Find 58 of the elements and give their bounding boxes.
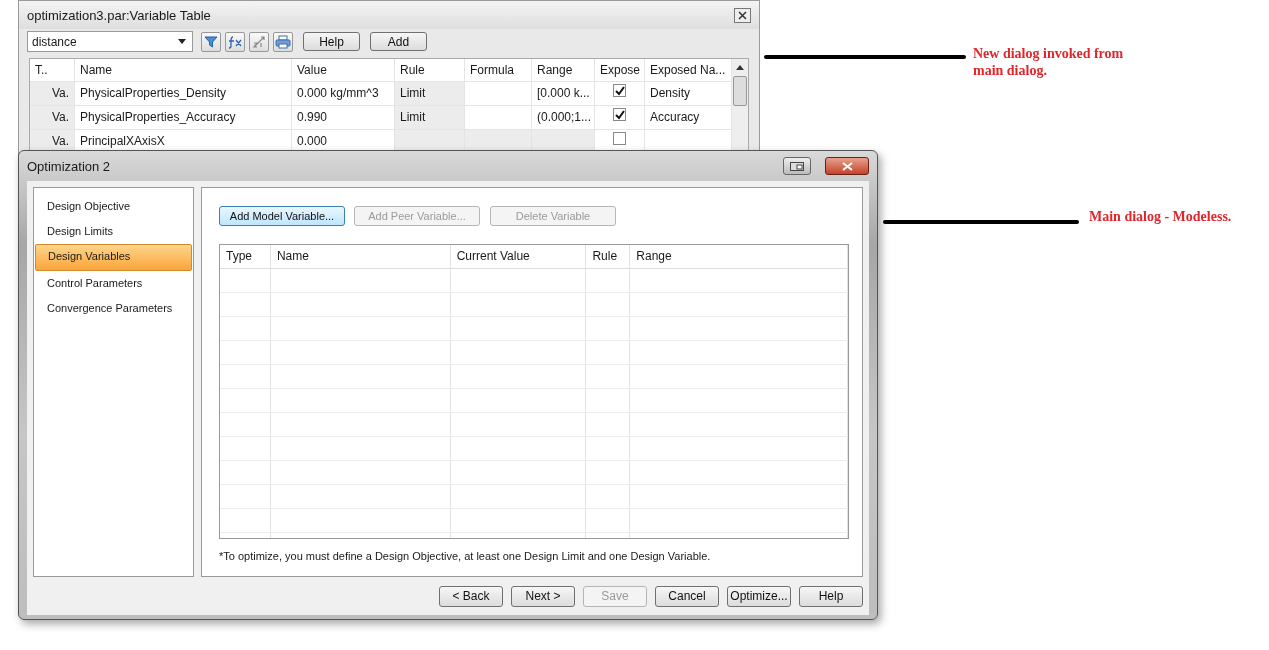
footer-button[interactable]: Optimize...: [727, 585, 791, 607]
note-text: *To optimize, you must define a Design Objective, at least one Design Limit and one Design Variable.: [219, 550, 712, 562]
window-title: Optimization 2: [27, 158, 112, 174]
filter-button[interactable]: [201, 31, 221, 52]
table-cell: PhysicalProperties_Accuracy: [75, 106, 292, 129]
checkbox[interactable]: [613, 84, 626, 97]
window-title: optimization3.par:Variable Table: [27, 7, 212, 23]
column-header[interactable]: Type: [220, 245, 271, 268]
footer-button[interactable]: < Back: [439, 585, 503, 607]
caret-icon: [178, 39, 186, 44]
close-icon: [738, 10, 747, 20]
print-button[interactable]: [273, 31, 293, 52]
function-icon: [227, 34, 243, 49]
table-cell: PhysicalProperties_Density: [75, 82, 292, 105]
action-button[interactable]: Add Model Variable...: [219, 206, 345, 226]
column-header[interactable]: Range: [532, 59, 595, 81]
annotation-text: Main dialog - Modeless.: [1089, 209, 1232, 225]
close-button[interactable]: [734, 7, 751, 23]
up-arrow-icon: [736, 65, 744, 70]
column-header[interactable]: Range: [630, 245, 848, 268]
formula-button[interactable]: [225, 31, 245, 52]
checkbox[interactable]: [613, 132, 626, 145]
close-button[interactable]: [825, 157, 869, 175]
filter-dropdown[interactable]: distance: [27, 31, 193, 52]
table-cell: Va.: [30, 82, 75, 105]
nav-item[interactable]: Design Variables: [35, 244, 192, 271]
table-cell: Va.: [30, 106, 75, 129]
table-cell: (0.000;1...: [532, 106, 595, 129]
sort-icon: [252, 34, 266, 49]
column-header[interactable]: Value: [292, 59, 395, 81]
close-icon: [841, 161, 853, 171]
annotation-text: New dialog invoked from main dialog.: [973, 45, 1125, 79]
column-header[interactable]: Current Value: [450, 245, 587, 268]
table-cell: Limit: [395, 106, 465, 129]
toolbar-button[interactable]: Help: [303, 32, 360, 51]
checkbox[interactable]: [613, 108, 626, 121]
funnel-icon: [204, 34, 218, 49]
toolbar-button[interactable]: Add: [370, 32, 427, 51]
column-header[interactable]: Rule: [395, 59, 465, 81]
column-header[interactable]: T..: [30, 59, 75, 81]
column-header[interactable]: Formula: [465, 59, 532, 81]
nav-item[interactable]: Convergence Parameters: [35, 296, 192, 321]
column-header[interactable]: Name: [270, 245, 451, 268]
window-icon: [790, 161, 804, 171]
sort-button[interactable]: [249, 31, 269, 52]
printer-icon: [275, 34, 291, 49]
footer-button[interactable]: Help: [799, 585, 863, 607]
column-header[interactable]: Rule: [586, 245, 631, 268]
restore-button[interactable]: [783, 157, 811, 175]
nav-item[interactable]: Design Objective: [35, 194, 192, 219]
column-header[interactable]: Expose: [595, 59, 645, 81]
column-header[interactable]: Name: [75, 59, 292, 81]
nav-item[interactable]: Design Limits: [35, 219, 192, 244]
nav-item[interactable]: Control Parameters: [35, 271, 192, 296]
footer-button[interactable]: Cancel: [655, 585, 719, 607]
table-cell: [0.000 k...: [532, 82, 595, 105]
table-cell: Limit: [395, 82, 465, 105]
footer-button[interactable]: Next >: [511, 585, 575, 607]
